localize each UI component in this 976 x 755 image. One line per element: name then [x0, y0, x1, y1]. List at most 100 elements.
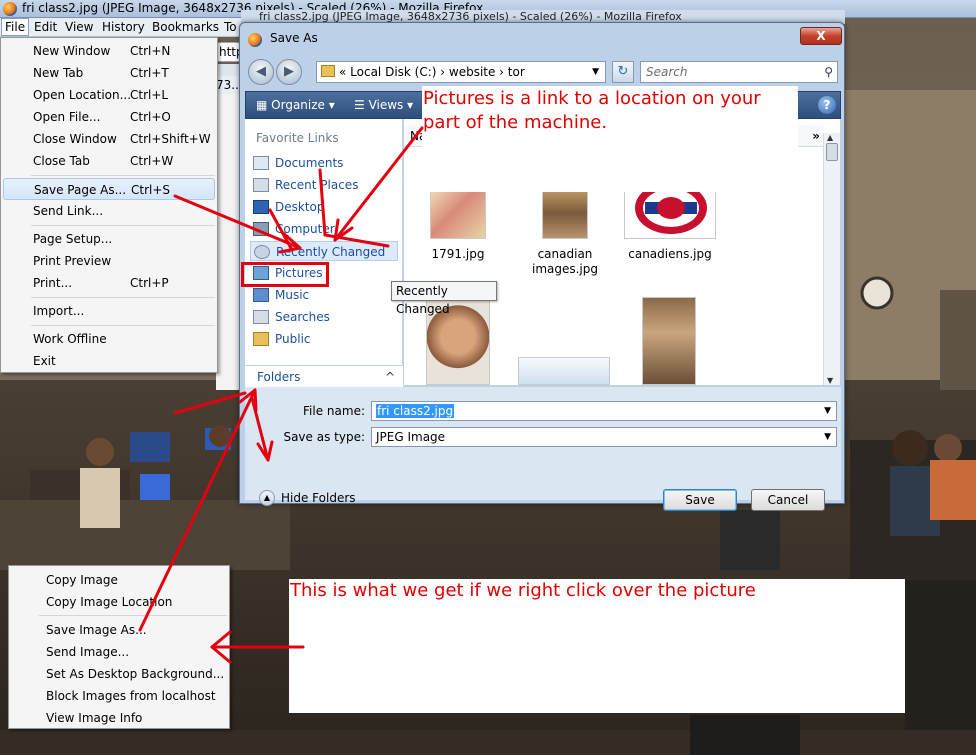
favorite-searches[interactable]: Searches: [250, 307, 398, 327]
ctx-copy-image[interactable]: Copy Image: [46, 572, 118, 588]
chevron-up-icon[interactable]: ^: [385, 366, 395, 388]
file-name-canadiens[interactable]: canadiens.jpg: [620, 247, 720, 262]
search-input[interactable]: Search ⚲: [640, 61, 838, 83]
scroll-thumb[interactable]: [826, 143, 838, 161]
thumbnail-chart[interactable]: [518, 357, 610, 385]
favorite-label: Public: [275, 332, 311, 346]
forward-arrow-icon[interactable]: ▶: [276, 59, 302, 85]
menu-edit[interactable]: Edit: [34, 20, 57, 34]
menu-item-print-preview[interactable]: Print Preview: [3, 250, 215, 272]
menu-item-open-location[interactable]: Open Location... Ctrl+L: [3, 84, 215, 106]
menu-item-save-page-as[interactable]: Save Page As... Ctrl+S: [3, 178, 215, 200]
search-icon[interactable]: ⚲: [824, 62, 833, 82]
favorite-label: Desktop: [275, 200, 325, 214]
menu-tools[interactable]: To: [224, 20, 237, 34]
hide-folders-button[interactable]: ▲ Hide Folders: [259, 490, 356, 506]
music-icon: [253, 288, 269, 302]
menu-separator: [31, 225, 215, 226]
ctx-copy-image-location[interactable]: Copy Image Location: [46, 594, 172, 610]
menu-item-label: Print Preview: [33, 254, 112, 268]
favorite-documents[interactable]: Documents: [250, 153, 398, 173]
pictures-highlight-box: [241, 262, 329, 287]
menu-item-shortcut: Ctrl+P: [130, 276, 169, 290]
recent-places-icon: [253, 178, 269, 192]
favorite-public[interactable]: Public: [250, 329, 398, 349]
file-name-field[interactable]: fri class2.jpg ▼: [371, 401, 837, 421]
desktop-icon: [253, 200, 269, 214]
menu-file[interactable]: File: [1, 18, 30, 36]
favorite-computer[interactable]: Computer: [250, 219, 398, 239]
menu-item-label: Print...: [33, 276, 73, 290]
menu-item-new-window[interactable]: New Window Ctrl+N: [3, 40, 215, 62]
ctx-send-image[interactable]: Send Image...: [46, 644, 129, 660]
thumbnail-group-photo[interactable]: [642, 297, 696, 385]
documents-icon: [253, 156, 269, 170]
views-menu[interactable]: ☰ Views ▾: [354, 98, 413, 112]
menu-item-open-file[interactable]: Open File... Ctrl+O: [3, 106, 215, 128]
menu-item-page-setup[interactable]: Page Setup...: [3, 228, 215, 250]
ctx-view-image-info[interactable]: View Image Info: [46, 710, 142, 726]
save-button[interactable]: Save: [663, 489, 737, 511]
file-name-1791[interactable]: 1791.jpg: [408, 247, 508, 262]
menu-item-close-window[interactable]: Close Window Ctrl+Shift+W: [3, 128, 215, 150]
favorite-label: Music: [275, 288, 310, 302]
canadiens-logo: [635, 182, 707, 234]
menu-bookmarks[interactable]: Bookmarks: [152, 20, 219, 34]
menu-item-print[interactable]: Print... Ctrl+P: [3, 272, 215, 294]
hide-folders-label: Hide Folders: [281, 491, 356, 505]
menu-item-import[interactable]: Import...: [3, 300, 215, 322]
menu-item-label: Exit: [33, 354, 56, 368]
favorite-label: Computer: [275, 222, 335, 236]
menu-item-label: Close Window: [33, 132, 117, 146]
navigation-pane: Favorite Links Documents Recent Places D…: [245, 119, 403, 385]
save-type-value: JPEG Image: [376, 430, 446, 444]
favorite-desktop[interactable]: Desktop: [250, 197, 398, 217]
menu-view[interactable]: View: [65, 20, 93, 34]
ctx-set-desktop-background[interactable]: Set As Desktop Background...: [46, 666, 224, 682]
menu-item-send-link[interactable]: Send Link...: [3, 200, 215, 222]
vertical-scrollbar[interactable]: ▲ ▼: [823, 133, 840, 385]
chevron-up-icon: ▲: [259, 490, 275, 506]
chevron-down-icon[interactable]: ▼: [592, 62, 599, 82]
menu-item-close-tab[interactable]: Close Tab Ctrl+W: [3, 150, 215, 172]
folders-toggle[interactable]: Folders ^: [245, 365, 403, 387]
back-arrow-icon[interactable]: ◀: [248, 59, 274, 85]
thumbnail-canadian-images[interactable]: [542, 187, 588, 239]
dialog-title: Save As: [270, 31, 318, 45]
favorite-recent-places[interactable]: Recent Places: [250, 175, 398, 195]
menu-item-shortcut: Ctrl+O: [130, 110, 171, 124]
ctx-save-image-as[interactable]: Save Image As...: [46, 622, 147, 638]
menu-item-work-offline[interactable]: Work Offline: [3, 328, 215, 350]
chevron-down-icon[interactable]: ▼: [824, 428, 831, 446]
file-name-label: File name:: [303, 404, 365, 418]
thumbnail-canadiens[interactable]: [624, 182, 716, 239]
more-columns-icon[interactable]: »: [812, 125, 820, 147]
scroll-up-icon[interactable]: ▲: [827, 133, 833, 142]
computer-icon: [253, 222, 269, 236]
folder-icon: [321, 65, 335, 77]
thumbnail-1791[interactable]: [430, 187, 486, 239]
address-bar[interactable]: « Local Disk (C:) › website › tor ▼: [316, 61, 606, 83]
favorite-music[interactable]: Music: [250, 285, 398, 305]
scroll-down-icon[interactable]: ▼: [827, 376, 833, 385]
favorite-label: Recent Places: [275, 178, 359, 192]
favorite-recently-changed[interactable]: Recently Changed: [250, 241, 398, 261]
chevron-down-icon[interactable]: ▼: [824, 402, 831, 420]
menu-item-label: New Window: [33, 44, 111, 58]
help-icon[interactable]: ?: [818, 96, 836, 114]
organize-menu[interactable]: ▦ Organize ▾: [256, 98, 335, 112]
menu-item-label: Send Link...: [33, 204, 104, 218]
menu-item-label: Open Location...: [33, 88, 132, 102]
menu-item-exit[interactable]: Exit: [3, 350, 215, 372]
file-name-canadian-images[interactable]: canadian images.jpg: [515, 247, 615, 277]
close-button[interactable]: X: [800, 27, 842, 45]
refresh-icon[interactable]: ↻: [612, 61, 634, 83]
save-type-select[interactable]: JPEG Image ▼: [371, 427, 837, 447]
menu-item-new-tab[interactable]: New Tab Ctrl+T: [3, 62, 215, 84]
menu-separator: [39, 615, 227, 616]
folders-label: Folders: [257, 370, 301, 384]
search-placeholder: Search: [646, 65, 688, 79]
menu-history[interactable]: History: [102, 20, 145, 34]
cancel-button[interactable]: Cancel: [751, 489, 825, 511]
ctx-block-images[interactable]: Block Images from localhost: [46, 688, 216, 704]
